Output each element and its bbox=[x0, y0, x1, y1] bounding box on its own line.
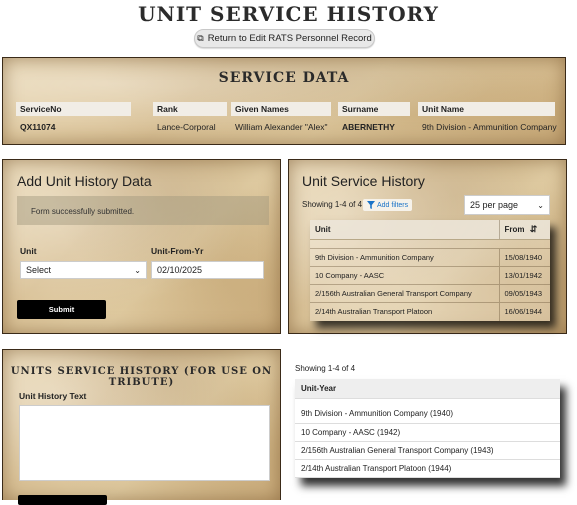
unit-year-cell: 10 Company - AASC (1942) bbox=[295, 423, 560, 442]
unit-select[interactable]: Select ⌄ bbox=[20, 261, 147, 279]
table-row[interactable]: 9th Division - Ammunition Company 15/08/… bbox=[310, 248, 550, 267]
submit-button[interactable]: Submit bbox=[17, 300, 106, 319]
tribute-submit-button[interactable] bbox=[18, 495, 107, 505]
table-row[interactable]: 10 Company - AASC 13/01/1942 bbox=[310, 266, 550, 285]
unit-column-header[interactable]: Unit bbox=[310, 220, 499, 240]
unit-from-label: Unit-From-Yr bbox=[151, 246, 204, 256]
success-alert: Form successfully submitted. bbox=[17, 196, 269, 225]
unit-cell: 2/14th Australian Transport Platoon bbox=[310, 302, 499, 321]
table-row[interactable]: 2/14th Australian Transport Platoon 16/0… bbox=[310, 302, 550, 321]
add-unit-history-title: Add Unit History Data bbox=[17, 173, 152, 189]
given-names-value: William Alexander "Alex" bbox=[235, 122, 328, 132]
unit-name-value: 9th Division - Ammunition Company bbox=[422, 122, 557, 132]
from-cell: 13/01/1942 bbox=[498, 266, 550, 285]
unit-year-table: Unit-Year 9th Division - Ammunition Comp… bbox=[295, 379, 560, 478]
table-row[interactable]: 2/156th Australian General Transport Com… bbox=[310, 284, 550, 303]
unit-from-year-input[interactable]: 02/10/2025 bbox=[151, 261, 264, 279]
from-cell: 09/05/1943 bbox=[498, 284, 550, 303]
unit-service-history-title: Unit Service History bbox=[302, 173, 425, 189]
unit-cell: 9th Division - Ammunition Company bbox=[310, 248, 499, 267]
chevron-down-icon: ⌄ bbox=[134, 265, 141, 275]
service-no-header: ServiceNo bbox=[16, 102, 131, 116]
unit-year-cell: 2/156th Australian General Transport Com… bbox=[295, 441, 560, 460]
from-cell: 16/06/1944 bbox=[498, 302, 550, 321]
add-unit-history-panel: Add Unit History Data Form successfully … bbox=[2, 159, 281, 334]
unit-name-header: Unit Name bbox=[418, 102, 555, 116]
page-title: UNIT SERVICE HISTORY bbox=[138, 2, 439, 26]
filter-icon bbox=[367, 201, 375, 209]
unit-history-textarea[interactable] bbox=[19, 405, 270, 481]
unit-service-history-panel: Unit Service History Showing 1-4 of 4 Ad… bbox=[288, 159, 567, 334]
table-row[interactable]: 2/156th Australian General Transport Com… bbox=[295, 441, 560, 460]
surname-header: Surname bbox=[338, 102, 410, 116]
per-page-select[interactable]: 25 per page ⌄ bbox=[464, 195, 550, 215]
return-button-label: Return to Edit RATS Personnel Record bbox=[207, 33, 372, 44]
copy-icon: ⧉ bbox=[197, 33, 204, 43]
sort-ascending-icon: ⇵ bbox=[529, 224, 538, 234]
service-data-title: SERVICE DATA bbox=[218, 70, 350, 86]
service-no-value: QX11074 bbox=[20, 122, 56, 132]
add-filters-label: Add filters bbox=[377, 201, 409, 209]
unit-select-value: Select bbox=[26, 265, 52, 275]
unit-year-cell: 2/14th Australian Transport Platoon (194… bbox=[295, 459, 560, 478]
from-column-header[interactable]: From ⇵ bbox=[498, 220, 550, 240]
tribute-title: UNITS SERVICE HISTORY (FOR USE ON TRIBUT… bbox=[10, 366, 273, 388]
chevron-down-icon: ⌄ bbox=[537, 200, 544, 210]
table-row[interactable]: 10 Company - AASC (1942) bbox=[295, 423, 560, 442]
unit-service-history-table: Unit From ⇵ 9th Division - Ammunition Co… bbox=[310, 220, 550, 321]
rank-header: Rank bbox=[153, 102, 227, 116]
unit-year-cell: 9th Division - Ammunition Company (1940) bbox=[295, 405, 560, 424]
table-row[interactable]: 9th Division - Ammunition Company (1940) bbox=[295, 405, 560, 424]
surname-value: ABERNETHY bbox=[342, 122, 395, 132]
unit-cell: 10 Company - AASC bbox=[310, 266, 499, 285]
return-to-edit-button[interactable]: ⧉ Return to Edit RATS Personnel Record bbox=[194, 29, 375, 48]
unit-cell: 2/156th Australian General Transport Com… bbox=[310, 284, 499, 303]
given-names-header: Given Names bbox=[231, 102, 331, 116]
tribute-results-count: Showing 1-4 of 4 bbox=[295, 364, 356, 373]
unit-year-column-header[interactable]: Unit-Year bbox=[295, 379, 560, 399]
unit-label: Unit bbox=[20, 246, 37, 256]
per-page-value: 25 per page bbox=[470, 200, 519, 210]
results-count: Showing 1-4 of 4 bbox=[302, 200, 363, 209]
from-cell: 15/08/1940 bbox=[498, 248, 550, 267]
tribute-panel: UNITS SERVICE HISTORY (FOR USE ON TRIBUT… bbox=[2, 349, 281, 505]
unit-history-text-label: Unit History Text bbox=[19, 391, 87, 401]
service-data-panel: SERVICE DATA ServiceNo Rank Given Names … bbox=[2, 57, 566, 145]
table-row[interactable]: 2/14th Australian Transport Platoon (194… bbox=[295, 459, 560, 478]
add-filters-button[interactable]: Add filters bbox=[363, 199, 413, 211]
rank-value: Lance-Corporal bbox=[157, 122, 216, 132]
